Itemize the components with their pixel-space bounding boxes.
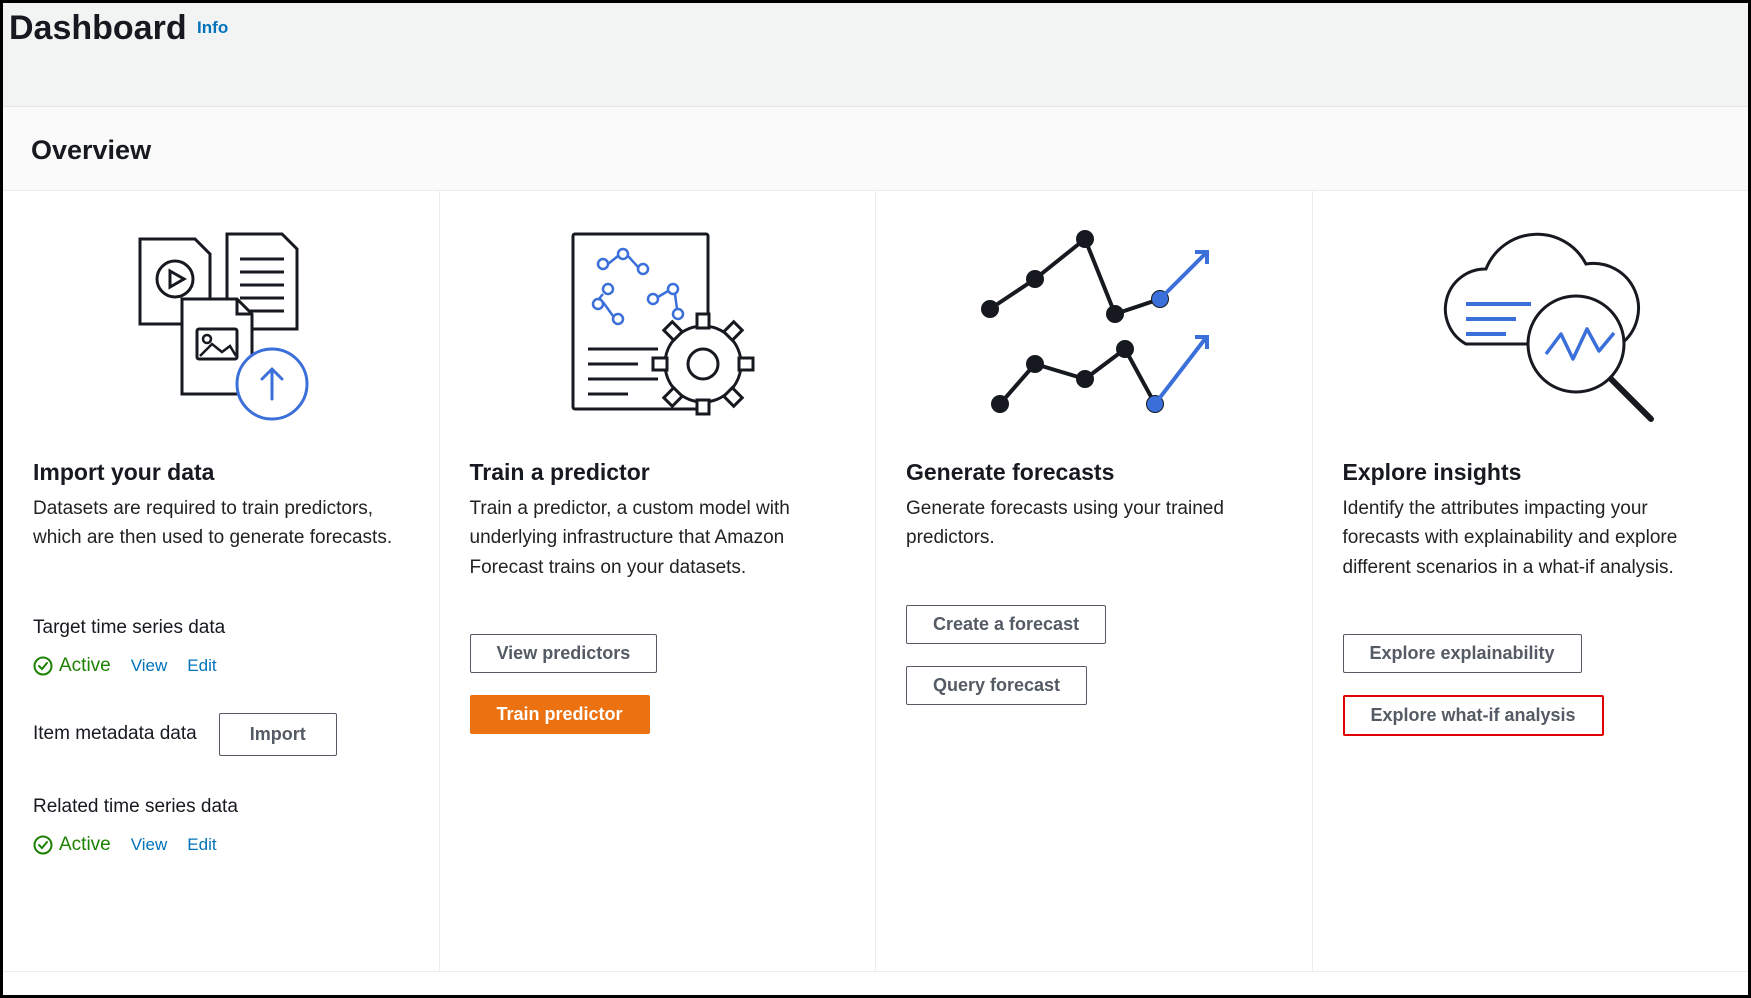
explore-what-if-analysis-button[interactable]: Explore what-if analysis xyxy=(1343,695,1604,736)
check-circle-icon xyxy=(33,656,53,676)
import-item-metadata-button[interactable]: Import xyxy=(219,713,337,756)
generate-actions: Create a forecast Query forecast xyxy=(906,605,1294,719)
overview-title: Overview xyxy=(3,107,1748,190)
target-status-row: Active View Edit xyxy=(33,655,421,677)
related-status-active: Active xyxy=(33,834,111,856)
train-actions: View predictors Train predictor xyxy=(470,634,858,748)
card-import-heading: Import your data xyxy=(33,459,421,486)
target-status-active: Active xyxy=(33,655,111,677)
generate-forecasts-illustration xyxy=(906,209,1294,449)
card-insights-desc: Identify the attributes impacting your f… xyxy=(1343,494,1731,582)
card-train-desc: Train a predictor, a custom model with u… xyxy=(470,494,858,582)
related-time-series-label: Related time series data xyxy=(33,796,421,818)
view-predictors-button[interactable]: View predictors xyxy=(470,634,658,673)
target-status-text: Active xyxy=(59,655,111,677)
item-metadata-row: Item metadata data Import xyxy=(33,713,421,756)
query-forecast-button[interactable]: Query forecast xyxy=(906,666,1087,705)
card-import-desc: Datasets are required to train predictor… xyxy=(33,494,421,553)
card-generate-heading: Generate forecasts xyxy=(906,459,1294,486)
train-predictor-illustration xyxy=(470,209,858,449)
info-link[interactable]: Info xyxy=(197,18,228,37)
explore-insights-illustration xyxy=(1343,209,1731,449)
explore-explainability-button[interactable]: Explore explainability xyxy=(1343,634,1582,673)
page-title: Dashboard xyxy=(9,9,187,48)
card-generate-desc: Generate forecasts using your trained pr… xyxy=(906,494,1294,553)
item-metadata-label: Item metadata data xyxy=(33,723,197,745)
target-time-series-label: Target time series data xyxy=(33,617,421,639)
card-import: Import your data Datasets are required t… xyxy=(3,191,440,971)
card-train-heading: Train a predictor xyxy=(470,459,858,486)
card-generate: Generate forecasts Generate forecasts us… xyxy=(876,191,1313,971)
page-header: Dashboard Info xyxy=(3,3,1748,107)
target-edit-link[interactable]: Edit xyxy=(187,656,216,676)
related-status-text: Active xyxy=(59,834,111,856)
card-insights: Explore insights Identify the attributes… xyxy=(1313,191,1749,971)
check-circle-icon xyxy=(33,835,53,855)
create-forecast-button[interactable]: Create a forecast xyxy=(906,605,1106,644)
cards-row: Import your data Datasets are required t… xyxy=(3,190,1748,971)
related-view-link[interactable]: View xyxy=(131,835,168,855)
target-view-link[interactable]: View xyxy=(131,656,168,676)
related-edit-link[interactable]: Edit xyxy=(187,835,216,855)
train-predictor-button[interactable]: Train predictor xyxy=(470,695,650,734)
related-status-row: Active View Edit xyxy=(33,834,421,856)
insights-actions: Explore explainability Explore what-if a… xyxy=(1343,634,1731,750)
card-insights-heading: Explore insights xyxy=(1343,459,1731,486)
import-data-illustration xyxy=(33,209,421,449)
overview-section: Overview xyxy=(3,107,1748,972)
card-train: Train a predictor Train a predictor, a c… xyxy=(440,191,877,971)
